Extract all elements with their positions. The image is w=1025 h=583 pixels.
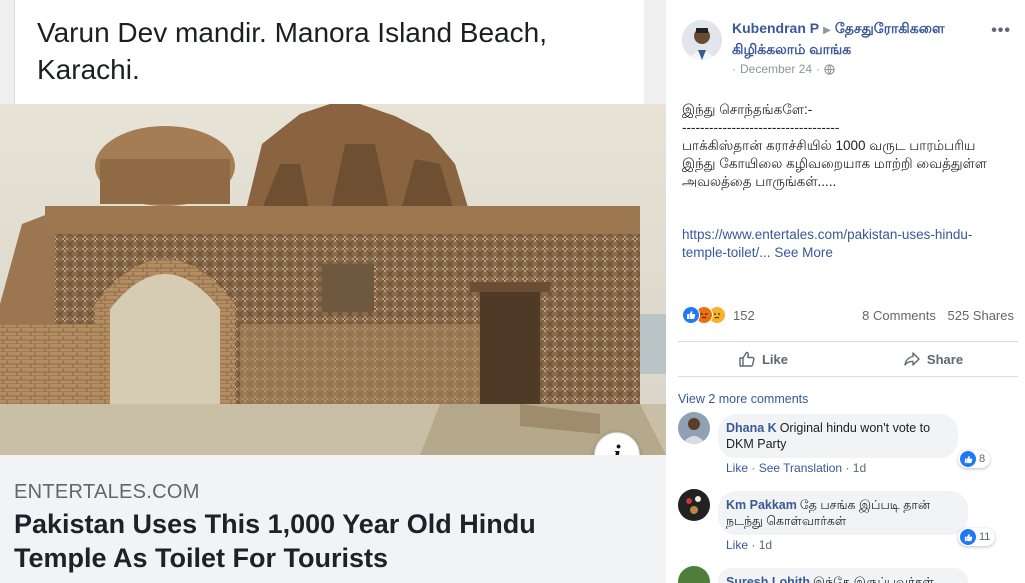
share-button[interactable]: Share [848, 342, 1018, 376]
comment-bubble: Km Pakkam தே பசங்க இப்படி தான் நடந்து கொள… [718, 491, 968, 535]
link-preview[interactable]: ENTERTALES.COM Pakistan Uses This 1,000 … [0, 455, 666, 583]
image-caption: Varun Dev mandir. Manora Island Beach, K… [37, 17, 547, 85]
commenter-avatar-image [678, 489, 710, 521]
comment-reactions[interactable]: 8 [958, 450, 991, 468]
comment-sep-2: · [845, 461, 850, 475]
post-header: Kubendran P ▶ தேசதுரோகிகளை கிழிக்கலாம் வாங… [732, 19, 992, 59]
post-link-paragraph: https://www.entertales.com/pakistan-uses… [682, 226, 1002, 262]
commenter-name[interactable]: Km Pakkam [726, 498, 797, 512]
like-label: Like [761, 351, 788, 367]
comment-sep: · [751, 461, 756, 475]
commenter-avatar[interactable] [678, 412, 710, 444]
post-date[interactable]: December 24 [740, 62, 812, 76]
comment-text: இந்தே இருப்பவர்கள் [813, 575, 934, 583]
comment-actions: Like · 1d [726, 538, 772, 552]
post-date-row: · December 24 · [732, 62, 835, 76]
post-text-line-1: இந்து சொந்தங்களே:- [682, 102, 813, 117]
link-title[interactable]: Pakistan Uses This 1,000 Year Old Hindu … [14, 507, 634, 575]
more-options-icon[interactable]: ••• [991, 22, 1011, 40]
author-avatar-image [682, 20, 722, 60]
date-separator-2: · [816, 62, 821, 76]
thumbs-up-icon [964, 533, 972, 541]
share-label: Share [926, 351, 964, 367]
commenter-avatar-image [678, 566, 710, 583]
thumbs-up-icon [964, 455, 972, 463]
commenter-avatar[interactable] [678, 566, 710, 583]
view-more-comments-link[interactable]: View 2 more comments [678, 392, 808, 406]
post-text-line-3: பாக்கிஸ்தான் கராச்சியில் 1000 வருட பாரம்… [682, 138, 987, 189]
comment-reactions[interactable]: 11 [958, 528, 996, 546]
comment-reaction-count: 8 [979, 453, 986, 465]
see-more-link[interactable]: See More [774, 245, 833, 260]
shares-count[interactable]: 525 Shares [948, 308, 1015, 323]
post-sidebar: Kubendran P ▶ தேசதுரோகிகளை கிழிக்கலாம் வாங… [666, 0, 1025, 583]
comment-bubble: Dhana K Original hindu won't vote to DKM … [718, 414, 958, 458]
reactions-summary: 152 8 Comments 525 Shares [682, 305, 1014, 325]
comment-item: Km Pakkam தே பசங்க இப்படி தான் நடந்து கொள… [678, 489, 1018, 555]
image-caption-card: Varun Dev mandir. Manora Island Beach, K… [14, 0, 644, 104]
reaction-count[interactable]: 152 [733, 308, 755, 323]
commenter-name[interactable]: Dhana K [726, 421, 777, 435]
comment-like-link[interactable]: Like [726, 538, 748, 552]
comment-reaction-count: 11 [979, 531, 991, 543]
photo-viewer: Varun Dev mandir. Manora Island Beach, K… [0, 0, 666, 583]
post-body: இந்து சொந்தங்களே:- ---------------------… [682, 101, 1012, 191]
date-separator: · [732, 62, 736, 76]
author-name[interactable]: Kubendran P [732, 20, 819, 36]
temple-photo[interactable] [0, 104, 666, 455]
globe-icon[interactable] [824, 63, 835, 75]
see-translation-link[interactable]: See Translation [759, 461, 842, 475]
commenter-name[interactable]: Suresh Lohith [726, 575, 810, 583]
commenter-avatar[interactable] [678, 489, 710, 521]
like-reaction-icon [960, 529, 976, 545]
comment-sep: · [751, 538, 756, 552]
comment-like-link[interactable]: Like [726, 461, 748, 475]
arrow-right-icon: ▶ [823, 25, 831, 36]
like-reaction-icon[interactable] [682, 306, 700, 324]
thumbs-up-outline-icon [739, 351, 755, 367]
comment-item: Suresh Lohith இந்தே இருப்பவர்கள் [678, 566, 1018, 583]
comment-actions: Like · See Translation · 1d [726, 461, 866, 475]
comment-bubble: Suresh Lohith இந்தே இருப்பவர்கள் [718, 568, 968, 583]
post-text-line-2: ----------------------------------- [682, 120, 840, 135]
comment-item: Dhana K Original hindu won't vote to DKM … [678, 412, 1018, 478]
temple-image [0, 104, 666, 455]
link-domain: ENTERTALES.COM [14, 481, 200, 503]
share-arrow-icon [904, 352, 920, 366]
engagement-counts: 8 Comments 525 Shares [854, 308, 1014, 323]
comment-time[interactable]: 1d [759, 538, 772, 552]
comment-time[interactable]: 1d [853, 461, 866, 475]
comments-count[interactable]: 8 Comments [862, 308, 936, 323]
like-reaction-icon [960, 451, 976, 467]
commenter-avatar-image [678, 412, 710, 444]
like-button[interactable]: Like [678, 342, 848, 376]
author-avatar[interactable] [682, 20, 722, 60]
thumbs-up-icon [687, 311, 696, 319]
post-action-bar: Like Share [678, 341, 1018, 377]
